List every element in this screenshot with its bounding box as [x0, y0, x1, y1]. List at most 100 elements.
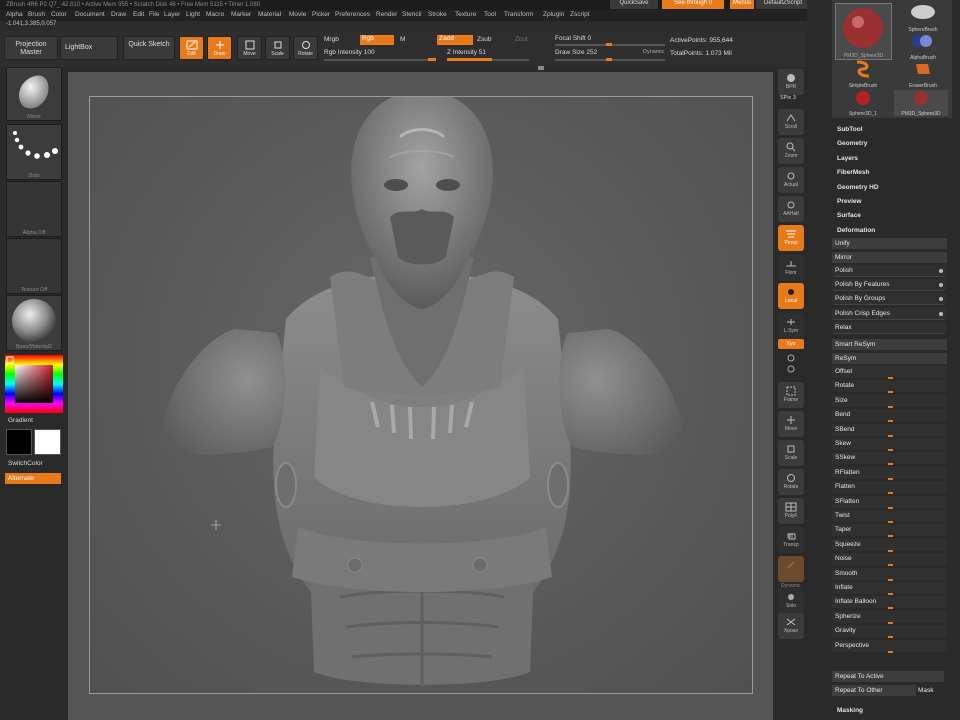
- scroll-handle[interactable]: [538, 66, 544, 70]
- alpha-thumbnail[interactable]: Alpha Off: [6, 181, 62, 237]
- repeat-to-other-button[interactable]: Repeat To Other: [832, 685, 916, 696]
- shelf-scroll-button[interactable]: Scroll: [778, 109, 804, 135]
- spherize-slider[interactable]: Spherize: [832, 611, 947, 624]
- stroke-thumbnail[interactable]: Dots: [6, 124, 62, 180]
- brush-thumbnail[interactable]: Move: [6, 67, 62, 121]
- pm3d-sphere-thumb[interactable]: PM3D_Sphere3D: [894, 90, 948, 117]
- zadd-toggle[interactable]: Zadd: [437, 35, 473, 45]
- sphere-brush-thumb[interactable]: SphereBrush: [898, 4, 948, 33]
- gravity-slider[interactable]: Gravity: [832, 625, 947, 638]
- z-intensity-handle[interactable]: [447, 58, 492, 61]
- shelf-solo-button[interactable]: Solo: [778, 588, 804, 614]
- quick-sketch-button[interactable]: Quick Sketch: [123, 36, 175, 60]
- rgb-intensity-handle[interactable]: [428, 58, 436, 61]
- sbend-slider[interactable]: SBend: [832, 424, 947, 437]
- menu-macro[interactable]: Macro: [206, 11, 224, 18]
- resym-button[interactable]: ReSym: [832, 353, 947, 364]
- layers-menu[interactable]: Layers: [837, 155, 858, 162]
- rflatten-slider[interactable]: RFlatten: [832, 467, 947, 480]
- shelf-transp-button[interactable]: Transp: [778, 527, 804, 553]
- twist-slider[interactable]: Twist: [832, 510, 947, 523]
- menus-button[interactable]: Menus: [730, 0, 754, 9]
- gradient-label[interactable]: Gradient: [8, 417, 33, 424]
- dynamic-toggle[interactable]: Dynamic: [643, 49, 664, 55]
- menu-file[interactable]: File: [149, 11, 159, 18]
- rotation-axis-icon[interactable]: [785, 353, 797, 375]
- polish-by-features-slider[interactable]: Polish By Features: [832, 279, 947, 291]
- edit-button[interactable]: Edit: [179, 36, 204, 60]
- shelf-floor-button[interactable]: Floor: [778, 255, 804, 281]
- unify-button[interactable]: Unify: [832, 238, 947, 249]
- menu-transform[interactable]: Transform: [504, 11, 533, 18]
- quicksave-button[interactable]: QuickSave: [610, 0, 658, 9]
- relax-slider[interactable]: Relax: [832, 322, 947, 334]
- document-canvas[interactable]: [89, 96, 753, 694]
- sskew-slider[interactable]: SSkew: [832, 452, 947, 465]
- polish-by-groups-slider[interactable]: Polish By Groups: [832, 293, 947, 305]
- shelf-xpose-button[interactable]: Xpose: [778, 613, 804, 639]
- flatten-slider[interactable]: Flatten: [832, 481, 947, 494]
- polish-slider[interactable]: Polish: [832, 265, 947, 277]
- menu-draw[interactable]: Draw: [111, 11, 126, 18]
- menu-stroke[interactable]: Stroke: [428, 11, 447, 18]
- menu-tool[interactable]: Tool: [484, 11, 496, 18]
- inflate-slider[interactable]: Inflate: [832, 582, 947, 595]
- menu-stencil[interactable]: Stencil: [402, 11, 422, 18]
- alpha-brush-thumb[interactable]: AlphaBrush: [898, 32, 948, 61]
- zsub-toggle[interactable]: Zsub: [477, 36, 491, 43]
- menu-color[interactable]: Color: [51, 11, 67, 18]
- see-through-slider[interactable]: See-through 0: [662, 0, 724, 9]
- menu-preferences[interactable]: Preferences: [335, 11, 370, 18]
- size-slider[interactable]: Size: [832, 395, 947, 408]
- fibermesh-menu[interactable]: FiberMesh: [837, 169, 870, 176]
- m-toggle[interactable]: M: [400, 36, 405, 43]
- secondary-color-swatch[interactable]: [6, 429, 32, 455]
- projection-master-button[interactable]: Projection Master: [4, 36, 58, 60]
- shelf-polyf-button[interactable]: PolyF: [778, 498, 804, 524]
- surface-menu[interactable]: Surface: [837, 212, 861, 219]
- skew-slider[interactable]: Skew: [832, 438, 947, 451]
- shelf-ghost-button[interactable]: [778, 556, 804, 582]
- menu-layer[interactable]: Layer: [164, 11, 180, 18]
- lightbox-button[interactable]: LightBox: [60, 36, 118, 60]
- squeeze-slider[interactable]: Squeeze: [832, 539, 947, 552]
- material-thumbnail[interactable]: BasicMaterial2: [6, 295, 62, 351]
- shelf-actual-button[interactable]: Actual: [778, 167, 804, 193]
- polish-crisp-edges-slider[interactable]: Polish Crisp Edges: [832, 308, 947, 320]
- shelf-zoom-button[interactable]: Zoom: [778, 138, 804, 164]
- deformation-menu[interactable]: Deformation: [837, 227, 875, 234]
- shelf-local-button[interactable]: Local: [778, 283, 804, 309]
- draw-button[interactable]: Draw: [207, 36, 232, 60]
- move-mode-button[interactable]: Move: [237, 36, 262, 60]
- texture-thumbnail[interactable]: Texture Off: [6, 238, 62, 294]
- menu-light[interactable]: Light: [186, 11, 200, 18]
- rgb-intensity-slider[interactable]: [324, 59, 436, 61]
- rgb-toggle[interactable]: Rgb: [360, 35, 394, 45]
- menu-texture[interactable]: Texture: [455, 11, 476, 18]
- mirror-button[interactable]: Mirror: [832, 252, 947, 263]
- mask-button[interactable]: Mask: [918, 685, 944, 696]
- shelf-persp-button[interactable]: Persp: [778, 225, 804, 251]
- shelf-frame-button[interactable]: Frame: [778, 382, 804, 408]
- shelf-scale-button[interactable]: Scale: [778, 440, 804, 466]
- menu-render[interactable]: Render: [376, 11, 397, 18]
- inflate-balloon-slider[interactable]: Inflate Balloon: [832, 596, 947, 609]
- menu-alpha[interactable]: Alpha: [6, 11, 23, 18]
- menu-marker[interactable]: Marker: [231, 11, 251, 18]
- perspective-slider[interactable]: Perspective: [832, 640, 947, 653]
- current-tool-thumb[interactable]: PM3D_Sphere3D: [835, 3, 892, 60]
- menu-zscript[interactable]: Zscript: [570, 11, 590, 18]
- bend-slider[interactable]: Bend: [832, 409, 947, 422]
- scale-mode-button[interactable]: Scale: [265, 36, 290, 60]
- smooth-slider[interactable]: Smooth: [832, 568, 947, 581]
- offset-slider[interactable]: Offset: [832, 366, 947, 379]
- color-picker[interactable]: [5, 355, 63, 413]
- shelf-rotate-button[interactable]: Rotate: [778, 469, 804, 495]
- simple-brush-thumb[interactable]: SimpleBrush: [837, 60, 889, 89]
- shelf-lsym-button[interactable]: L.Sym: [778, 313, 804, 339]
- rotate-mode-button[interactable]: Rotate: [293, 36, 318, 60]
- focal-shift-handle[interactable]: [606, 43, 612, 46]
- menu-edit[interactable]: Edit: [133, 11, 144, 18]
- taper-slider[interactable]: Taper: [832, 524, 947, 537]
- preview-menu[interactable]: Preview: [837, 198, 862, 205]
